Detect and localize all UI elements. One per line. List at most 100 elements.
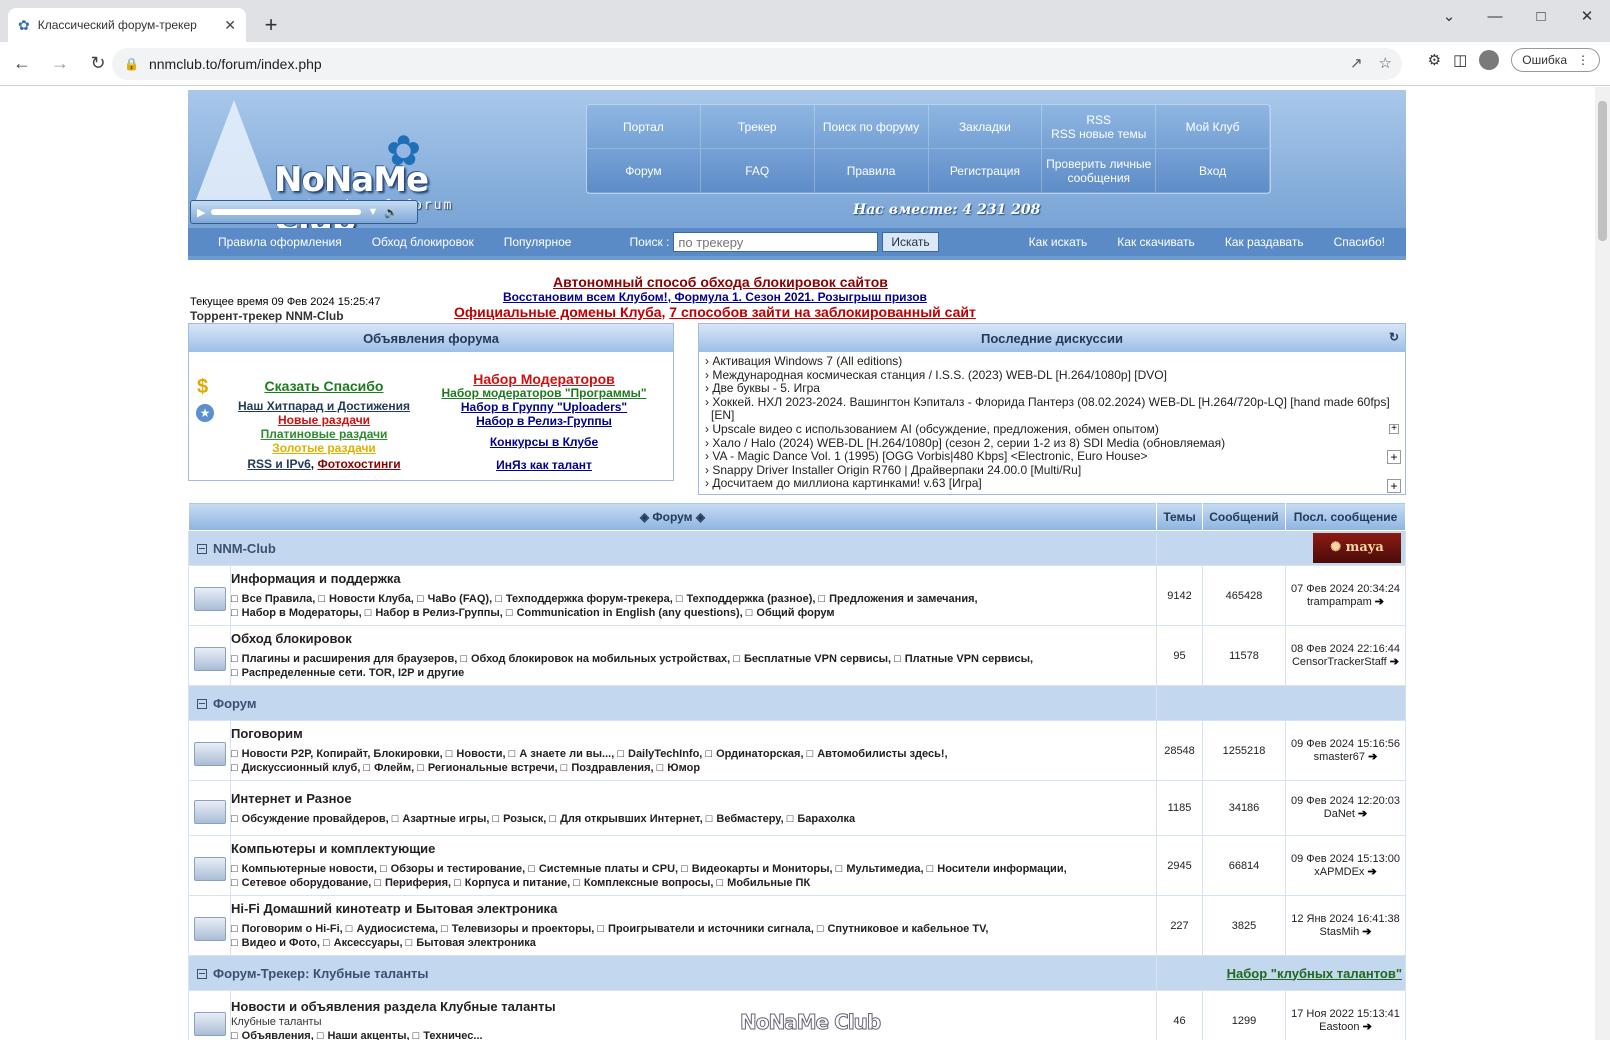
subforum-link[interactable]: Носители информации, [927,863,1067,875]
subforum-link[interactable]: Поговорим о Hi-Fi, [231,923,343,935]
menu-rules[interactable]: Правила [814,149,929,193]
announce-link-7ways[interactable]: 7 способов зайти на заблокированный сайт [669,304,976,320]
discussion-item[interactable]: › Хало / Halo (2024) WEB-DL [H.264/1080p… [705,436,1399,451]
last-post[interactable]: 08 Фев 2024 22:16:44 CensorTrackerStaff [1285,625,1406,686]
subforum-link[interactable]: Набор в Модераторы, [231,607,362,619]
subforum-link[interactable]: Для открывших Интернет, [549,813,702,825]
last-post[interactable]: 09 Фев 2024 15:13:00 xAPMDEx [1285,835,1406,896]
last-post[interactable]: 09 Фев 2024 12:20:03 DaNet [1285,780,1406,836]
extension-icon[interactable]: ⚙ [1428,51,1441,69]
subforum-link[interactable]: Мобильные ПК [717,877,811,889]
subforum-link[interactable]: Видеокарты и Мониторы, [681,863,832,875]
subnav-how-download[interactable]: Как скачивать [1117,235,1195,249]
collapse-icon[interactable] [197,968,207,979]
back-button[interactable]: ← [6,48,38,80]
forward-button[interactable]: → [44,48,76,80]
discussion-item[interactable]: › VA - Magic Dance Vol. 1 (1995) [OGG Vo… [705,449,1399,464]
discussion-item[interactable]: › Досчитаем до миллиона картинками! v.63… [705,477,1399,491]
subforum-link[interactable]: Бытовая электроника [406,937,536,949]
uploaders-link[interactable]: Набор в Группу "Uploaders" [439,400,649,414]
last-post[interactable]: 07 Фев 2024 20:34:24 trampampam [1285,565,1406,626]
announce-link-domains[interactable]: Официальные домены Клуба [454,304,662,320]
subforum-link[interactable]: Вебмастеру, [706,813,784,825]
subforum-link[interactable]: Техподдержка форум-трекера, [495,593,673,605]
subforum-link[interactable]: Новости, [446,748,506,760]
reload-button[interactable]: ↻ [82,48,114,80]
close-tab-icon[interactable]: ✕ [224,17,236,34]
site-logo[interactable]: ✿ NoNaMe Club tracker & forum [196,100,466,240]
subforum-link[interactable]: Наши акценты, [317,1030,410,1040]
forum-name[interactable]: Поговорим [231,724,1156,743]
menu-login[interactable]: Вход [1156,149,1270,193]
subforum-link[interactable]: Сетевое оборудование, [231,877,371,889]
mod-programs-link[interactable]: Набор модераторов "Программы" [439,386,649,400]
expand-icon[interactable]: + [1387,479,1401,493]
contests-link[interactable]: Конкурсы в Клубе [439,435,649,449]
discussion-item[interactable]: › Международная космическая станция / I.… [705,368,1399,383]
subforum-link[interactable]: Аудиосистема, [346,923,438,935]
scrollbar-thumb[interactable] [1598,101,1607,241]
category-header[interactable]: NNM-Club [188,530,1157,566]
audio-player[interactable]: ▶ ▼ 🔈 [190,200,418,224]
menu-register[interactable]: Регистрация [928,149,1043,193]
browser-tab[interactable]: ✿ Классический форум-трекер ✕ [8,8,246,42]
announce-link-bypass[interactable]: Автономный способ обхода блокировок сайт… [553,274,888,290]
subnav-formatting-rules[interactable]: Правила оформления [218,235,342,249]
subforum-link[interactable]: Видео и Фото, [231,937,320,949]
subforum-link[interactable]: Юмор [657,762,700,774]
subforum-link[interactable]: Телевизоры и проекторы, [441,923,594,935]
menu-portal[interactable]: Портал [587,105,701,149]
star-icon[interactable]: ☆ [1379,54,1392,72]
forum-name[interactable]: Hi-Fi Домашний кинотеатр и Бытовая элект… [231,899,1156,918]
sidepanel-icon[interactable]: ◫ [1453,51,1467,69]
discussion-item[interactable]: › Хоккей. НХЛ 2023-2024. Вашингтон Кэпит… [705,395,1399,423]
subforum-link[interactable]: Поздравления, [561,762,654,774]
release-groups-link[interactable]: Набор в Релиз-Группы [439,414,649,428]
menu-faq[interactable]: FAQ [700,149,815,193]
subforum-link[interactable]: Системные платы и CPU, [528,863,678,875]
discussion-item[interactable]: › Upscale видео с использованием AI (обс… [705,422,1399,437]
last-post[interactable]: 17 Ноя 2022 15:13:41 Eastoon [1285,990,1406,1040]
subforum-link[interactable]: Региональные встречи, [417,762,557,774]
rss-ipv6-link[interactable]: RSS и IPv6 [247,457,310,471]
subforum-link[interactable]: Спутниковое и кабельное TV, [817,923,989,935]
subnav-thanks[interactable]: Спасибо! [1334,235,1385,249]
last-post[interactable]: 09 Фев 2024 15:16:56 smaster67 [1285,720,1406,781]
talents-recruit-link[interactable]: Набор "клубных талантов" [1227,966,1402,981]
dropdown-icon[interactable]: ▼ [367,206,378,218]
search-button[interactable]: Искать [882,232,939,252]
forum-name[interactable]: Компьютеры и комплектующие [231,839,1156,858]
subforum-link[interactable]: Техничес... [413,1030,483,1040]
category-header[interactable]: Форум [188,685,1157,721]
menu-my-club[interactable]: Мой Клуб [1156,105,1270,149]
platinum-releases-link[interactable]: Платиновые раздачи [229,427,419,441]
foreign-lang-link[interactable]: ИнЯз как талант [439,458,649,472]
menu-forum-search[interactable]: Поиск по форуму [814,105,929,149]
subforum-link[interactable]: Бесплатные VPN сервисы, [733,653,891,665]
subforum-link[interactable]: А знаете ли вы..., [509,748,615,760]
say-thanks-link[interactable]: Сказать Спасибо [229,379,419,393]
error-button[interactable]: Ошибка ⋮ [1511,48,1600,72]
new-tab-button[interactable]: + [258,12,284,38]
subforum-link[interactable]: DailyTechInfo, [617,748,702,760]
subforum-link[interactable]: Общий форум [746,607,835,619]
minimize-button[interactable]: — [1472,0,1518,32]
maximize-button[interactable]: □ [1518,0,1564,32]
close-window-button[interactable]: ✕ [1564,0,1610,32]
subforum-link[interactable]: Азартные игры, [392,813,490,825]
subforum-link[interactable]: Техподдержка (разное), [676,593,816,605]
subforum-link[interactable]: Communication in English (any questions)… [506,607,743,619]
forum-name[interactable]: Интернет и Разное [231,789,1156,808]
subforum-link[interactable]: Обсуждение провайдеров, [231,813,389,825]
subforum-link[interactable]: Обзоры и тестирование, [380,863,525,875]
collapse-icon[interactable] [197,698,207,709]
subnav-popular[interactable]: Популярное [504,235,572,249]
subforum-link[interactable]: Периферия, [374,877,451,889]
subforum-link[interactable]: Распределенные сети. TOR, I2P и другие [231,667,464,679]
subforum-link[interactable]: Все Правила, [231,593,315,605]
address-bar[interactable]: 🔒 nnmclub.to/forum/index.php ↗ ☆ [112,48,1402,80]
subnav-bypass[interactable]: Обход блокировок [372,235,474,249]
discussion-item[interactable]: › Две буквы - 5. Игра [705,381,1399,396]
refresh-icon[interactable]: ↻ [1389,330,1399,344]
subforum-link[interactable]: Проигрыватели и источники сигнала, [597,923,813,935]
